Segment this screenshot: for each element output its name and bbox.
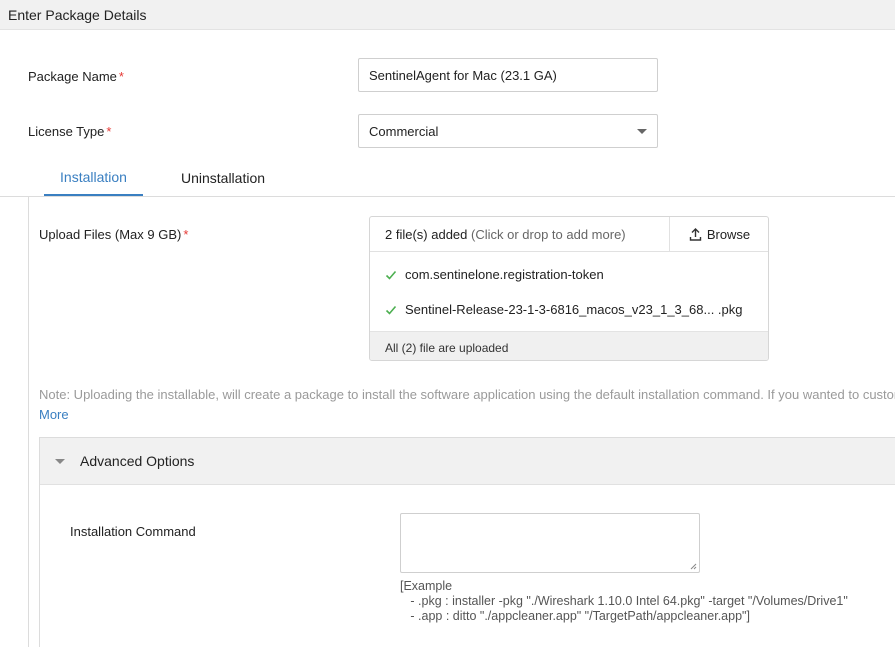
package-name-input[interactable]: SentinelAgent for Mac (23.1 GA)	[358, 58, 658, 92]
uploaded-file-name: Sentinel-Release-23-1-3-6816_macos_v23_1…	[405, 302, 743, 317]
upload-icon	[689, 227, 702, 241]
upload-status-text: All (2) file are uploaded	[385, 341, 509, 355]
tab-uninstallation[interactable]: Uninstallation	[172, 160, 274, 195]
installation-note: Note: Uploading the installable, will cr…	[39, 387, 895, 402]
browse-label: Browse	[706, 226, 751, 242]
page-header: Enter Package Details	[0, 0, 895, 30]
upload-status-bar: All (2) file are uploaded	[370, 331, 768, 360]
installation-command-example: [Example - .pkg : installer -pkg "./Wire…	[400, 579, 848, 623]
tab-installation[interactable]: Installation	[44, 160, 143, 196]
page-title: Enter Package Details	[8, 7, 147, 23]
package-name-value: SentinelAgent for Mac (23.1 GA)	[369, 67, 557, 83]
chevron-down-icon	[637, 129, 647, 134]
check-icon	[385, 270, 397, 280]
license-type-label: License Type *	[28, 124, 111, 139]
file-drop-zone[interactable]: 2 file(s) added (Click or drop to add mo…	[370, 217, 768, 252]
more-link[interactable]: More	[39, 407, 69, 422]
uploaded-file-item: Sentinel-Release-23-1-3-6816_macos_v23_1…	[385, 302, 743, 317]
installation-command-textarea[interactable]	[400, 513, 700, 573]
files-added-count: 2 file(s) added	[385, 227, 468, 242]
upload-files-label-text: Upload Files (Max 9 GB)	[39, 227, 182, 242]
required-marker: *	[106, 124, 112, 139]
upload-files-label: Upload Files (Max 9 GB) *	[39, 227, 188, 242]
required-marker: *	[118, 69, 124, 84]
license-type-select[interactable]: Commercial	[358, 114, 658, 148]
drop-hint: (Click or drop to add more)	[471, 227, 626, 242]
check-icon	[385, 305, 397, 315]
package-name-label-text: Package Name	[28, 69, 117, 84]
advanced-options-toggle[interactable]: Advanced Options	[40, 438, 895, 485]
license-type-label-text: License Type	[28, 124, 105, 139]
caret-down-icon	[55, 459, 65, 464]
uploaded-file-item: com.sentinelone.registration-token	[385, 267, 604, 282]
advanced-options-title: Advanced Options	[80, 453, 195, 469]
required-marker: *	[183, 227, 189, 242]
browse-button[interactable]: Browse	[669, 217, 768, 251]
drop-zone-text: 2 file(s) added (Click or drop to add mo…	[385, 227, 626, 242]
uploaded-file-name: com.sentinelone.registration-token	[405, 267, 604, 282]
package-name-label: Package Name *	[28, 69, 124, 84]
tab-bar: Installation Uninstallation	[0, 160, 895, 197]
license-type-selected-value: Commercial	[369, 123, 439, 139]
file-upload-box: 2 file(s) added (Click or drop to add mo…	[369, 216, 769, 361]
installation-command-label: Installation Command	[70, 524, 196, 539]
resize-grip-icon[interactable]	[690, 563, 697, 570]
